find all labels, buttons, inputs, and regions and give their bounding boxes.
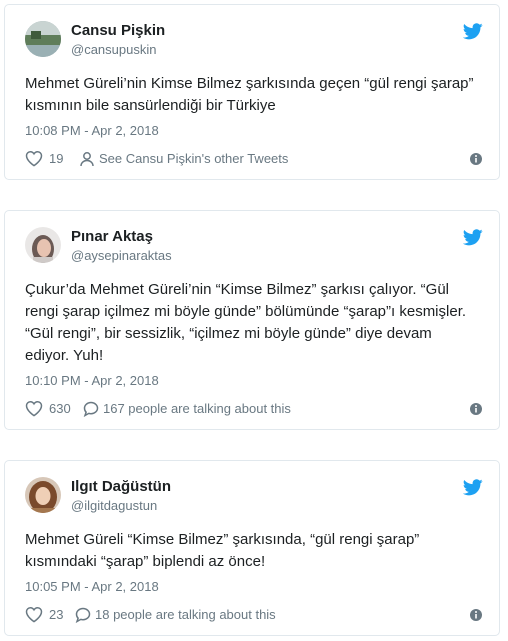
heart-icon[interactable]: [25, 606, 43, 623]
avatar[interactable]: [25, 477, 61, 513]
like-count[interactable]: 19: [49, 151, 63, 166]
author-name[interactable]: Ilgıt Dağüstün: [71, 478, 171, 495]
tweet-text: Mehmet Güreli “Kimse Bilmez” şarkısında,…: [25, 531, 420, 570]
author-name[interactable]: Cansu Pişkin: [71, 22, 165, 39]
like-count[interactable]: 23: [49, 607, 63, 622]
info-icon[interactable]: [469, 402, 483, 416]
info-icon[interactable]: [469, 152, 483, 166]
author-name[interactable]: Pınar Aktaş: [71, 228, 153, 245]
info-icon[interactable]: [469, 608, 483, 622]
speech-bubble-icon[interactable]: [83, 401, 99, 417]
author-handle[interactable]: @ilgitdagustun: [71, 498, 157, 513]
tweet-timestamp[interactable]: 10:05 PM - Apr 2, 2018: [25, 579, 159, 594]
heart-icon[interactable]: [25, 400, 43, 417]
heart-icon[interactable]: [25, 150, 43, 167]
other-tweets-link[interactable]: See Cansu Pişkin's other Tweets: [99, 151, 288, 166]
twitter-bird-icon[interactable]: [463, 479, 483, 496]
tweet-card[interactable]: Ilgıt Dağüstün @ilgitdagustun Mehmet Gür…: [4, 460, 500, 636]
tweet-card[interactable]: Cansu Pişkin @cansupuskin Mehmet Güreli’…: [4, 4, 500, 180]
twitter-bird-icon[interactable]: [463, 23, 483, 40]
author-handle[interactable]: @aysepinaraktas: [71, 248, 172, 263]
conversation-link[interactable]: 167 people are talking about this: [103, 401, 291, 416]
tweet-timestamp[interactable]: 10:08 PM - Apr 2, 2018: [25, 123, 159, 138]
tweet-text: Çukur’da Mehmet Güreli’nin “Kimse Bilmez…: [25, 281, 467, 364]
tweet-actions: 19 See Cansu Pişkin's other Tweets: [25, 150, 483, 168]
tweet-actions: 630 167 people are talking about this: [25, 400, 483, 418]
person-icon[interactable]: [79, 151, 95, 167]
tweet-actions: 23 18 people are talking about this: [25, 606, 483, 624]
twitter-bird-icon[interactable]: [463, 229, 483, 246]
avatar[interactable]: [25, 227, 61, 263]
author-handle[interactable]: @cansupuskin: [71, 42, 156, 57]
avatar[interactable]: [25, 21, 61, 57]
conversation-link[interactable]: 18 people are talking about this: [95, 607, 276, 622]
speech-bubble-icon[interactable]: [75, 607, 91, 623]
tweet-timestamp[interactable]: 10:10 PM - Apr 2, 2018: [25, 373, 159, 388]
tweet-card[interactable]: Pınar Aktaş @aysepinaraktas Çukur’da Meh…: [4, 210, 500, 430]
tweet-text: Mehmet Güreli’nin Kimse Bilmez şarkısınd…: [25, 75, 474, 114]
like-count[interactable]: 630: [49, 401, 71, 416]
